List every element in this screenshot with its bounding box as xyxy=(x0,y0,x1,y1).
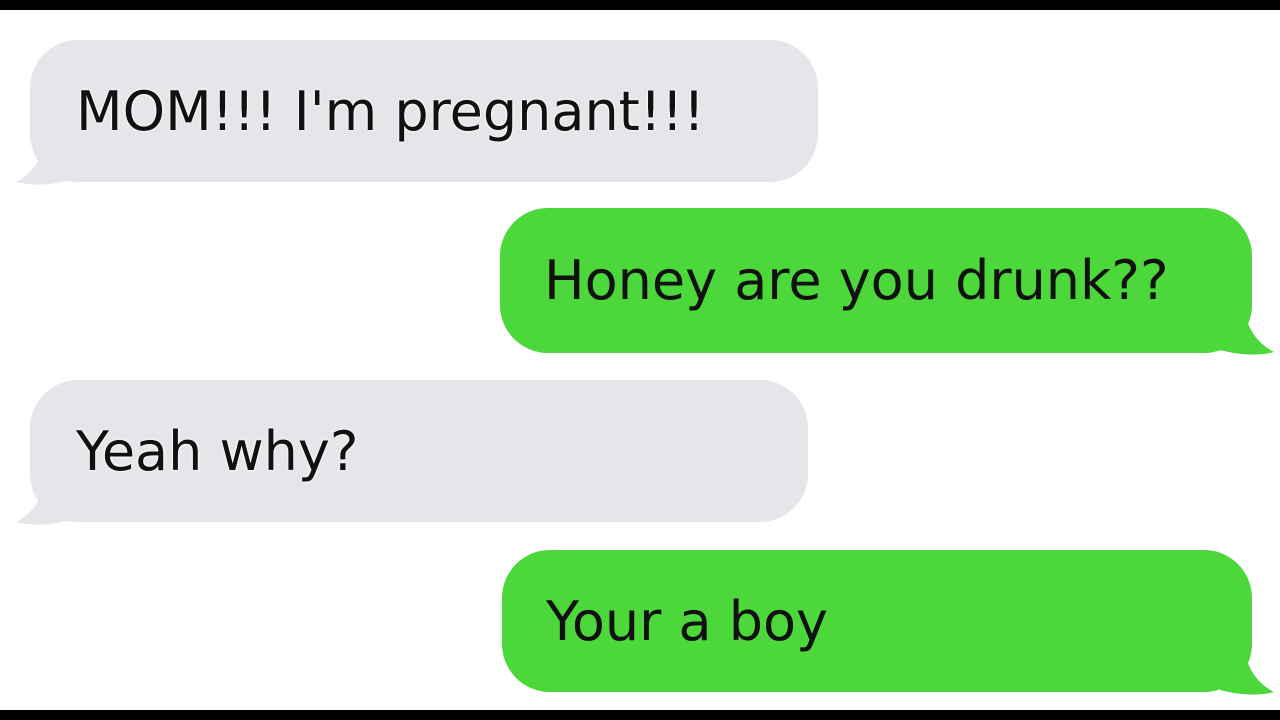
message-thread: MOM!!! I'm pregnant!!! Honey are you dru… xyxy=(0,0,1280,720)
message-text: Your a boy xyxy=(546,589,828,653)
bubble-tail-incoming-1 xyxy=(16,140,70,185)
message-text: Yeah why? xyxy=(76,419,359,483)
bottom-letterbox-bar xyxy=(0,710,1280,720)
message-text: MOM!!! I'm pregnant!!! xyxy=(76,79,705,143)
message-bubble-outgoing[interactable]: Your a boy xyxy=(502,550,1252,692)
message-text: Honey are you drunk?? xyxy=(544,249,1169,312)
message-bubble-incoming[interactable]: MOM!!! I'm pregnant!!! xyxy=(30,40,818,182)
top-letterbox-bar xyxy=(0,0,1280,10)
bubble-tail-outgoing-2 xyxy=(1220,650,1274,695)
bubble-tail-incoming-2 xyxy=(16,480,70,525)
message-bubble-incoming[interactable]: Yeah why? xyxy=(30,380,808,522)
message-bubble-outgoing[interactable]: Honey are you drunk?? xyxy=(500,208,1252,353)
bubble-tail-outgoing-1 xyxy=(1220,310,1274,355)
